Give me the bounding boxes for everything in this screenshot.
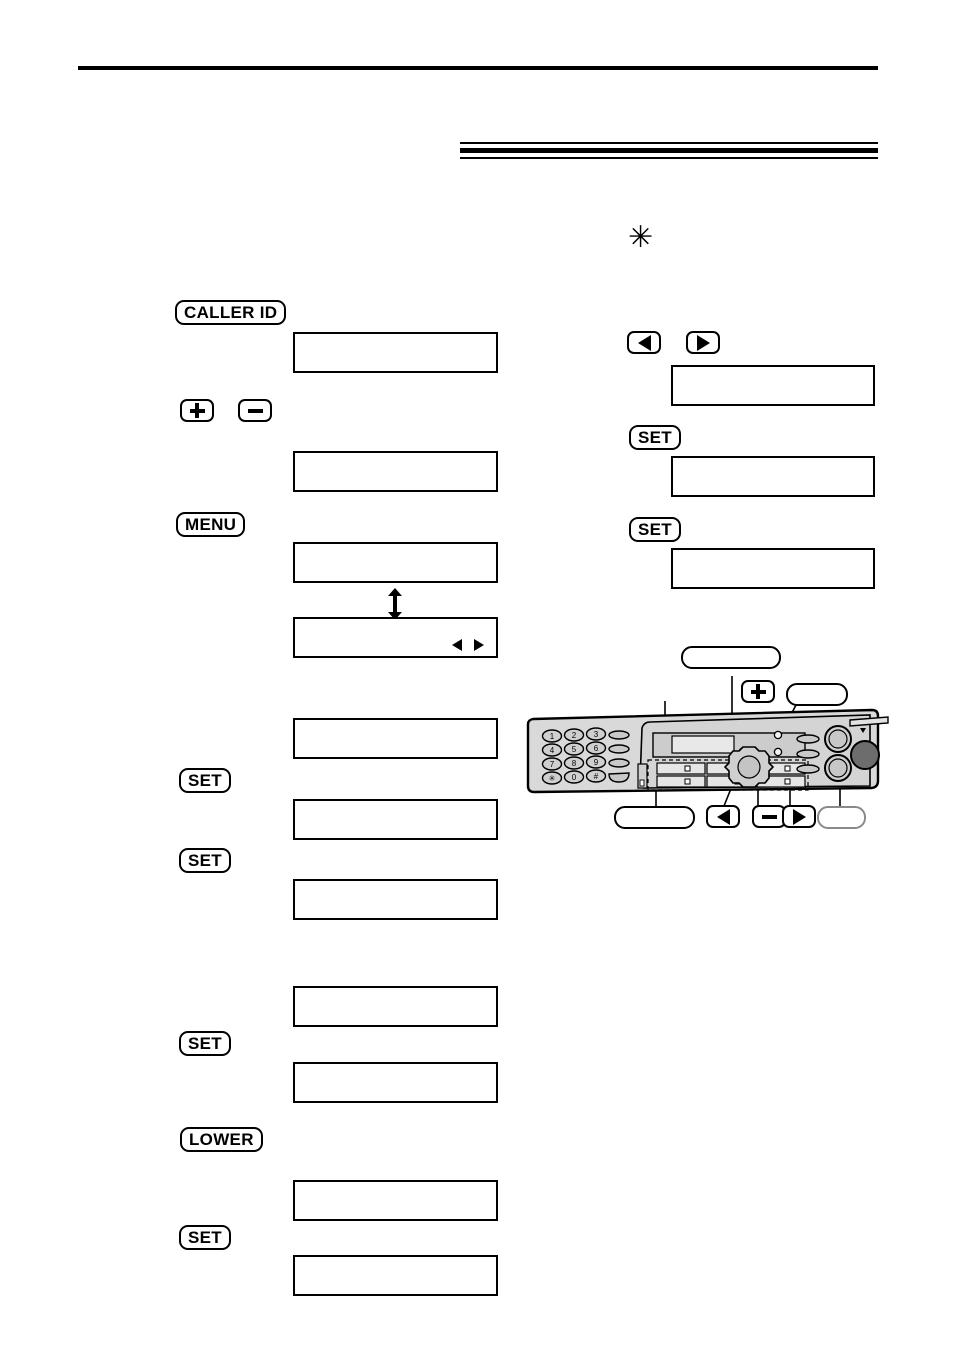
svg-text:4: 4 bbox=[550, 746, 555, 755]
lcd-display-11-text bbox=[295, 1257, 496, 1265]
lcd-display-2-text bbox=[295, 453, 496, 461]
device-key-nav-right[interactable] bbox=[782, 805, 816, 828]
nav-left-button[interactable] bbox=[627, 331, 661, 354]
arrow-left-icon bbox=[452, 639, 462, 651]
svg-text:✳: ✳ bbox=[549, 774, 556, 783]
lcd-scroll-arrows bbox=[452, 639, 484, 651]
lcd-display-8 bbox=[293, 986, 498, 1027]
svg-text:6: 6 bbox=[594, 744, 599, 753]
status-led-2-icon bbox=[773, 747, 783, 757]
minus-icon bbox=[761, 814, 777, 819]
lcd-display-r2 bbox=[671, 456, 875, 497]
lcd-display-r3-text bbox=[673, 550, 873, 558]
lcd-display-3-text bbox=[295, 544, 496, 552]
lcd-display-5-text bbox=[295, 720, 496, 728]
arrow-left-icon bbox=[637, 334, 651, 351]
menu-button[interactable]: MENU bbox=[176, 512, 246, 537]
section-triple-rule bbox=[460, 142, 878, 160]
set-button-r2[interactable]: SET bbox=[629, 517, 681, 542]
lcd-display-9 bbox=[293, 1062, 498, 1103]
svg-text:5: 5 bbox=[572, 745, 577, 754]
nav-right-button[interactable] bbox=[686, 331, 720, 354]
svg-text:3: 3 bbox=[594, 730, 599, 739]
svg-text:#: # bbox=[594, 772, 599, 781]
minus-icon bbox=[247, 408, 263, 413]
svg-text:1: 1 bbox=[550, 732, 555, 741]
arrow-right-icon bbox=[696, 334, 710, 351]
lcd-display-10-text bbox=[295, 1182, 496, 1190]
set-button-1[interactable]: SET bbox=[179, 768, 231, 793]
lcd-display-8-text bbox=[295, 988, 496, 996]
set-button-4[interactable]: SET bbox=[179, 1225, 231, 1250]
device-key-plus[interactable] bbox=[741, 680, 775, 703]
toggle-updown-arrow-icon bbox=[386, 588, 404, 620]
device-lcd-window bbox=[652, 732, 806, 758]
lcd-display-4 bbox=[293, 617, 498, 658]
device-callout-top-center[interactable] bbox=[681, 646, 781, 669]
lcd-display-10 bbox=[293, 1180, 498, 1221]
lcd-display-6-text bbox=[295, 801, 496, 809]
svg-text:7: 7 bbox=[550, 760, 555, 769]
arrow-left-icon bbox=[716, 808, 730, 825]
set-button-2[interactable]: SET bbox=[179, 848, 231, 873]
lcd-display-2 bbox=[293, 451, 498, 492]
status-led-1-icon bbox=[773, 730, 783, 740]
lcd-display-r1 bbox=[671, 365, 875, 406]
plus-icon bbox=[750, 684, 766, 699]
lcd-display-3 bbox=[293, 542, 498, 583]
lcd-display-6 bbox=[293, 799, 498, 840]
lower-button[interactable]: LOWER bbox=[180, 1127, 263, 1152]
minus-button[interactable] bbox=[238, 399, 272, 422]
device-key-minus[interactable] bbox=[752, 805, 786, 828]
rule-line-thick bbox=[460, 148, 878, 153]
arrow-right-icon bbox=[792, 808, 806, 825]
lcd-display-r3 bbox=[671, 548, 875, 589]
svg-text:0: 0 bbox=[572, 773, 577, 782]
manual-page: ✳ CALLER ID MENU SET SET SET LOWER SET S… bbox=[0, 0, 954, 1348]
asterisk-mark: ✳ bbox=[628, 220, 654, 255]
plus-button[interactable] bbox=[180, 399, 214, 422]
lower-key-indicator-icon bbox=[639, 779, 645, 787]
lcd-display-11 bbox=[293, 1255, 498, 1296]
right-function-keys bbox=[796, 734, 820, 774]
start-button-on-device bbox=[850, 740, 880, 770]
svg-text:9: 9 bbox=[594, 758, 599, 767]
lcd-display-4-text bbox=[295, 619, 496, 627]
navigator-jog-dial bbox=[724, 746, 774, 788]
lcd-display-9-text bbox=[295, 1064, 496, 1072]
set-button-r1[interactable]: SET bbox=[629, 425, 681, 450]
lcd-display-r2-text bbox=[673, 458, 873, 466]
device-callout-bottom-right[interactable] bbox=[817, 806, 866, 829]
arrow-right-icon bbox=[474, 639, 484, 651]
plus-icon bbox=[189, 403, 205, 418]
device-callout-bottom-left[interactable] bbox=[614, 806, 695, 829]
lcd-display-1 bbox=[293, 332, 498, 373]
rule-line-thin-top bbox=[460, 142, 878, 144]
arrow-shaft bbox=[393, 594, 397, 614]
lcd-display-7 bbox=[293, 879, 498, 920]
svg-text:2: 2 bbox=[572, 731, 577, 740]
lcd-display-r1-text bbox=[673, 367, 873, 375]
lcd-display-7-text bbox=[295, 881, 496, 889]
caller-id-button[interactable]: CALLER ID bbox=[175, 300, 287, 325]
lcd-display-1-text bbox=[295, 334, 496, 342]
device-key-nav-left[interactable] bbox=[706, 805, 740, 828]
page-top-rule bbox=[78, 66, 878, 70]
set-button-3[interactable]: SET bbox=[179, 1031, 231, 1056]
rule-line-thin-bottom bbox=[460, 157, 878, 159]
svg-text:8: 8 bbox=[572, 759, 577, 768]
lcd-display-5 bbox=[293, 718, 498, 759]
device-callout-top-right[interactable] bbox=[786, 683, 848, 706]
